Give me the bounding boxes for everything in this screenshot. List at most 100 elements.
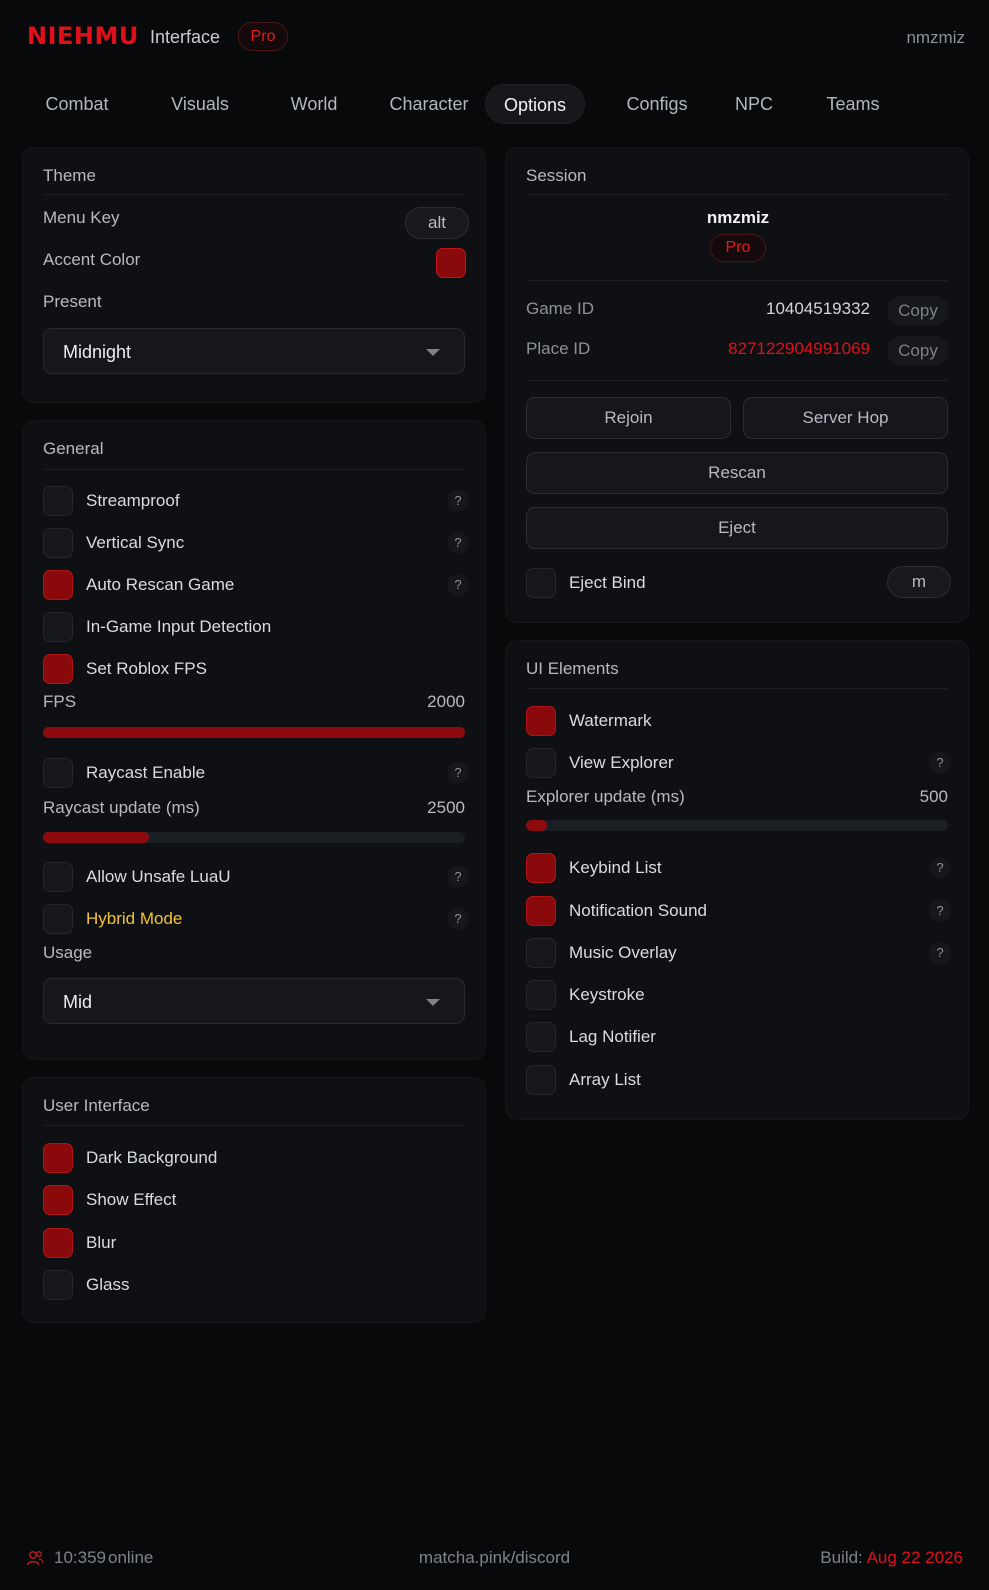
accent-color-label: Accent Color [43, 250, 141, 269]
chevron-down-icon [426, 349, 440, 356]
tab-options[interactable]: Options [485, 84, 585, 124]
fps-slider[interactable] [43, 727, 465, 738]
keystroke-label: Keystroke [569, 985, 645, 1004]
notification-sound-label: Notification Sound [569, 901, 707, 920]
explorer-update-label: Explorer update (ms) [526, 787, 685, 806]
tab-visuals[interactable]: Visuals [147, 84, 253, 124]
session-panel: Session nmzmiz Pro Game ID 10404519332 C… [505, 147, 969, 623]
game-id-value: 10404519332 [765, 299, 870, 318]
raycast-checkbox[interactable] [43, 758, 73, 788]
tab-character[interactable]: Character [366, 84, 492, 124]
view-explorer-checkbox[interactable] [526, 748, 556, 778]
lag-notifier-checkbox[interactable] [526, 1022, 556, 1052]
general-panel: General Streamproof ? Vertical Sync ? Au… [22, 420, 486, 1060]
menu-key-button[interactable]: alt [405, 207, 469, 239]
usage-dropdown[interactable]: Mid [43, 978, 465, 1024]
help-icon[interactable]: ? [929, 857, 951, 879]
divider [526, 194, 948, 195]
explorer-update-value: 500 [919, 787, 948, 806]
menu-key-label: Menu Key [43, 208, 120, 227]
place-id-value: 827122904991069 [728, 339, 870, 358]
help-icon[interactable]: ? [447, 908, 469, 930]
music-overlay-label: Music Overlay [569, 943, 677, 962]
auto-rescan-checkbox[interactable] [43, 570, 73, 600]
explorer-update-slider[interactable] [526, 820, 948, 831]
copy-place-id-button[interactable]: Copy [887, 336, 949, 366]
watermark-checkbox[interactable] [526, 706, 556, 736]
array-list-checkbox[interactable] [526, 1065, 556, 1095]
ui-elements-title: UI Elements [526, 659, 619, 678]
help-icon[interactable]: ? [929, 900, 951, 922]
help-icon[interactable]: ? [929, 752, 951, 774]
set-fps-checkbox[interactable] [43, 654, 73, 684]
ui-elements-panel: UI Elements Watermark View Explorer ? Ex… [505, 640, 969, 1120]
help-icon[interactable]: ? [447, 574, 469, 596]
help-icon[interactable]: ? [447, 866, 469, 888]
game-id-label: Game ID [526, 299, 595, 318]
eject-bind-checkbox[interactable] [526, 568, 556, 598]
preset-label: Present [43, 292, 102, 311]
tab-npc[interactable]: NPC [712, 84, 796, 124]
help-icon[interactable]: ? [447, 532, 469, 554]
rescan-button[interactable]: Rescan [526, 452, 948, 494]
chevron-down-icon [426, 999, 440, 1006]
hybrid-mode-checkbox[interactable] [43, 904, 73, 934]
blur-checkbox[interactable] [43, 1228, 73, 1258]
general-title: General [43, 439, 104, 458]
preset-value: Midnight [63, 342, 132, 362]
show-effect-checkbox[interactable] [43, 1185, 73, 1215]
divider [526, 380, 948, 381]
raycast-update-value: 2500 [427, 798, 465, 817]
copy-game-id-button[interactable]: Copy [887, 296, 949, 326]
keybind-list-checkbox[interactable] [526, 853, 556, 883]
glass-label: Glass [86, 1275, 130, 1294]
server-hop-button[interactable]: Server Hop [743, 397, 948, 439]
help-icon[interactable]: ? [929, 942, 951, 964]
tab-bar: Combat Visuals World Character Options C… [22, 84, 962, 124]
help-icon[interactable]: ? [447, 490, 469, 512]
rejoin-button[interactable]: Rejoin [526, 397, 731, 439]
divider [43, 1125, 465, 1126]
blur-label: Blur [86, 1233, 117, 1252]
tab-configs[interactable]: Configs [602, 84, 712, 124]
glass-checkbox[interactable] [43, 1270, 73, 1300]
divider [526, 688, 948, 689]
eject-bind-key-button[interactable]: m [887, 566, 951, 598]
keystroke-checkbox[interactable] [526, 980, 556, 1010]
notification-sound-checkbox[interactable] [526, 896, 556, 926]
theme-panel: Theme Menu Key alt Accent Color Present … [22, 147, 486, 403]
top-bar: NIEHMU Interface Pro nmzmiz [0, 0, 989, 72]
help-icon[interactable]: ? [447, 762, 469, 784]
usage-value: Mid [63, 992, 93, 1012]
eject-bind-label: Eject Bind [569, 573, 646, 592]
raycast-update-label: Raycast update (ms) [43, 798, 200, 817]
discord-link-text[interactable]: matcha.pink/discord [419, 1548, 570, 1567]
vertical-sync-checkbox[interactable] [43, 528, 73, 558]
tab-teams[interactable]: Teams [800, 84, 906, 124]
build-date: Aug 22 2026 [866, 1548, 963, 1567]
show-effect-label: Show Effect [86, 1190, 177, 1209]
array-list-label: Array List [569, 1070, 641, 1089]
music-overlay-checkbox[interactable] [526, 938, 556, 968]
app-title: Interface [150, 27, 221, 47]
eject-button[interactable]: Eject [526, 507, 948, 549]
tab-combat[interactable]: Combat [24, 84, 130, 124]
unsafe-luau-checkbox[interactable] [43, 862, 73, 892]
hybrid-mode-label: Hybrid Mode [86, 909, 183, 928]
input-detection-label: In-Game Input Detection [86, 617, 272, 636]
input-detection-checkbox[interactable] [43, 612, 73, 642]
tab-world[interactable]: World [264, 84, 364, 124]
accent-color-swatch[interactable] [436, 248, 466, 278]
preset-dropdown[interactable]: Midnight [43, 328, 465, 374]
view-explorer-label: View Explorer [569, 753, 674, 772]
dark-background-checkbox[interactable] [43, 1143, 73, 1173]
streamproof-label: Streamproof [86, 491, 180, 510]
status-bar: 10:359 online matcha.pink/discord Build:… [0, 1548, 989, 1588]
divider [43, 469, 465, 470]
divider [526, 280, 948, 281]
user-interface-title: User Interface [43, 1096, 150, 1115]
place-id-label: Place ID [526, 339, 591, 358]
streamproof-checkbox[interactable] [43, 486, 73, 516]
watermark-label: Watermark [569, 711, 652, 730]
raycast-update-slider[interactable] [43, 832, 465, 843]
